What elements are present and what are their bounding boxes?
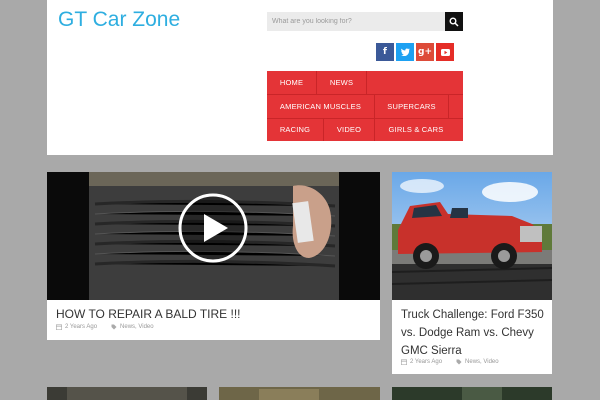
post-meta: 2 Years Ago News, Video xyxy=(56,324,154,330)
nav-item-american-muscles[interactable]: AMERICAN MUSCLES xyxy=(267,95,375,118)
post-title[interactable]: HOW TO REPAIR A BALD TIRE !!! xyxy=(56,307,241,321)
nav-item-news[interactable]: NEWS xyxy=(317,71,367,94)
video-thumbnail[interactable] xyxy=(47,172,380,300)
post-date: 2 Years Ago xyxy=(410,359,443,365)
calendar-icon xyxy=(401,359,407,365)
post-thumbnail[interactable] xyxy=(219,387,380,400)
search-button[interactable] xyxy=(445,12,463,31)
search-bar xyxy=(267,12,463,31)
post-categories[interactable]: News, Video xyxy=(465,359,499,365)
nav-item-racing[interactable]: RACING xyxy=(267,118,324,141)
side-post-card: Truck Challenge: Ford F350 vs. Dodge Ram… xyxy=(392,172,552,374)
search-icon xyxy=(449,17,459,27)
facebook-icon[interactable]: f xyxy=(376,43,394,61)
main-navigation: HOME NEWS AMERICAN MUSCLES SUPERCARS RAC… xyxy=(267,71,463,141)
featured-post-card: HOW TO REPAIR A BALD TIRE !!! 2 Years Ag… xyxy=(47,172,380,340)
post-thumbnail[interactable] xyxy=(392,172,552,300)
site-title[interactable]: GT Car Zone xyxy=(58,8,180,32)
post-thumbnail[interactable] xyxy=(392,387,552,400)
nav-item-home[interactable]: HOME xyxy=(267,71,317,94)
youtube-icon[interactable] xyxy=(436,43,454,61)
site-header: GT Car Zone f g+ HOME NEWS AMERICAN MUSC… xyxy=(47,0,553,155)
nav-item-supercars[interactable]: SUPERCARS xyxy=(375,95,449,118)
post-meta: 2 Years Ago News, Video xyxy=(401,359,499,365)
twitter-icon[interactable] xyxy=(396,43,414,61)
post-categories[interactable]: News, Video xyxy=(120,324,154,330)
nav-item-girls-cars[interactable]: GIRLS & CARS xyxy=(375,118,457,141)
tag-icon xyxy=(456,359,462,365)
social-links: f g+ xyxy=(376,43,454,61)
post-title[interactable]: Truck Challenge: Ford F350 vs. Dodge Ram… xyxy=(401,306,549,360)
post-date: 2 Years Ago xyxy=(65,324,98,330)
search-input[interactable] xyxy=(267,12,445,31)
calendar-icon xyxy=(56,324,62,330)
post-thumbnail[interactable] xyxy=(47,387,207,400)
google-plus-icon[interactable]: g+ xyxy=(416,43,434,61)
nav-item-video[interactable]: VIDEO xyxy=(324,118,375,141)
tag-icon xyxy=(111,324,117,330)
